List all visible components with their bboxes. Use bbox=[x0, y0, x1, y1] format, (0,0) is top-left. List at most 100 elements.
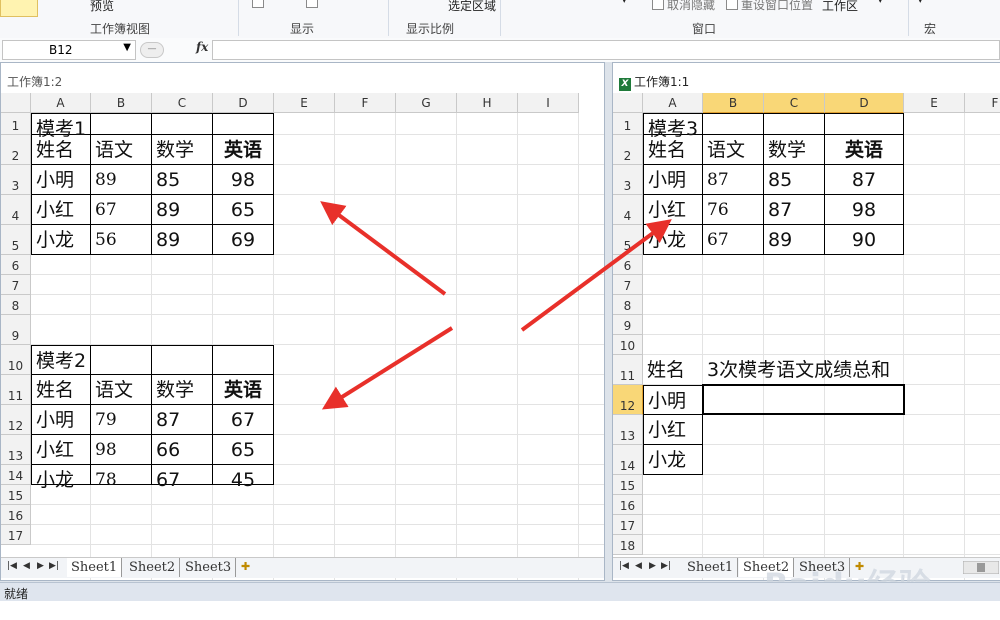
score-cell[interactable]: 67 bbox=[213, 405, 274, 435]
row-header-14[interactable]: 14 bbox=[613, 445, 643, 475]
next-sheet-icon[interactable]: ▶ bbox=[649, 561, 656, 571]
column-header-i[interactable]: I bbox=[518, 93, 579, 113]
tab-sheet3[interactable]: Sheet3 bbox=[795, 558, 851, 577]
score-cell[interactable]: 76 bbox=[703, 195, 764, 225]
show-checkbox-2[interactable] bbox=[306, 0, 321, 10]
empty-cell[interactable] bbox=[152, 345, 213, 375]
name-cell[interactable]: 小红 bbox=[643, 195, 703, 225]
formula-input[interactable] bbox=[212, 40, 1000, 60]
row-header-2[interactable]: 2 bbox=[613, 135, 643, 165]
row-header-9[interactable]: 9 bbox=[1, 315, 31, 345]
score-cell[interactable]: 85 bbox=[764, 165, 825, 195]
name-box[interactable]: B12 ▼ bbox=[2, 40, 136, 60]
header-cell[interactable]: 英语 bbox=[825, 135, 904, 165]
row-header-15[interactable]: 15 bbox=[613, 475, 643, 495]
score-cell[interactable]: 65 bbox=[213, 195, 274, 225]
row-header-11[interactable]: 11 bbox=[613, 355, 643, 385]
score-cell[interactable]: 98 bbox=[213, 165, 274, 195]
row-header-14[interactable]: 14 bbox=[1, 465, 31, 485]
empty-cell[interactable] bbox=[152, 113, 213, 135]
score-cell[interactable]: 45 bbox=[213, 465, 274, 491]
ribbon-highlight-button[interactable] bbox=[0, 0, 38, 17]
row-header-13[interactable]: 13 bbox=[1, 435, 31, 465]
header-cell[interactable]: 数学 bbox=[152, 135, 213, 165]
score-cell[interactable]: 69 bbox=[213, 225, 274, 255]
score-cell[interactable]: 89 bbox=[152, 225, 213, 255]
name-cell[interactable]: 小明 bbox=[31, 405, 91, 435]
column-header-f[interactable]: F bbox=[965, 93, 1000, 113]
row-header-5[interactable]: 5 bbox=[613, 225, 643, 255]
prev-sheet-icon[interactable]: ◀ bbox=[635, 561, 642, 571]
row-header-13[interactable]: 13 bbox=[613, 415, 643, 445]
summary-name-header[interactable]: 姓名 bbox=[643, 355, 703, 385]
score-cell[interactable]: 67 bbox=[91, 195, 152, 225]
tab-sheet1[interactable]: Sheet1 bbox=[67, 558, 123, 577]
select-all-corner[interactable] bbox=[613, 93, 643, 113]
header-cell[interactable]: 语文 bbox=[91, 135, 152, 165]
chevron-down-icon[interactable]: ▼ bbox=[123, 42, 131, 53]
row-header-7[interactable]: 7 bbox=[1, 275, 31, 295]
empty-cell[interactable] bbox=[213, 345, 274, 375]
row-header-11[interactable]: 11 bbox=[1, 375, 31, 405]
column-header-b[interactable]: B bbox=[703, 93, 764, 113]
empty-cell[interactable] bbox=[825, 113, 904, 135]
column-header-d[interactable]: D bbox=[825, 93, 904, 113]
unhide-button[interactable]: 取消隐藏 bbox=[652, 0, 715, 13]
score-cell[interactable]: 89 bbox=[764, 225, 825, 255]
summary-total-header[interactable]: 3次模考语文成绩总和 bbox=[703, 355, 904, 385]
reset-window-position-button[interactable]: 重设窗口位置 bbox=[726, 0, 813, 13]
summary-name-cell[interactable]: 小龙 bbox=[643, 445, 703, 475]
empty-cell[interactable] bbox=[703, 113, 764, 135]
header-cell[interactable]: 英语 bbox=[213, 135, 274, 165]
table-title-cell[interactable]: 模考2 bbox=[31, 345, 91, 375]
insert-function-icon[interactable]: fx bbox=[196, 40, 208, 54]
header-cell[interactable]: 数学 bbox=[764, 135, 825, 165]
tab-sheet1[interactable]: Sheet1 bbox=[683, 558, 739, 577]
row-header-17[interactable]: 17 bbox=[613, 515, 643, 535]
column-header-c[interactable]: C bbox=[764, 93, 825, 113]
horizontal-scrollbar[interactable] bbox=[963, 561, 999, 574]
prev-sheet-icon[interactable]: ◀ bbox=[23, 561, 30, 571]
next-sheet-icon[interactable]: ▶ bbox=[37, 561, 44, 571]
header-cell[interactable]: 英语 bbox=[213, 375, 274, 405]
row-header-2[interactable]: 2 bbox=[1, 135, 31, 165]
tab-sheet2[interactable]: Sheet2 bbox=[125, 558, 181, 577]
row-header-6[interactable]: 6 bbox=[1, 255, 31, 275]
score-cell[interactable]: 67 bbox=[152, 465, 213, 491]
row-header-4[interactable]: 4 bbox=[613, 195, 643, 225]
row-header-8[interactable]: 8 bbox=[613, 295, 643, 315]
score-cell[interactable]: 89 bbox=[152, 195, 213, 225]
row-header-4[interactable]: 4 bbox=[1, 195, 31, 225]
summary-name-cell[interactable]: 小明 bbox=[643, 385, 703, 415]
header-cell[interactable]: 语文 bbox=[91, 375, 152, 405]
row-header-3[interactable]: 3 bbox=[613, 165, 643, 195]
name-cell[interactable]: 小红 bbox=[31, 195, 91, 225]
row-header-16[interactable]: 16 bbox=[613, 495, 643, 515]
column-header-b[interactable]: B bbox=[91, 93, 152, 113]
row-header-12[interactable]: 12 bbox=[613, 385, 643, 415]
workspace-button[interactable]: 工作区 bbox=[822, 0, 858, 14]
workbook-window-right[interactable]: X 工作簿1:1 A B C D E F 1 2 3 4 5 6 7 8 9 10 11 12 13 14 15 16 17 1… bbox=[612, 62, 1000, 581]
last-sheet-icon[interactable]: ▶| bbox=[49, 561, 59, 571]
score-cell[interactable]: 98 bbox=[825, 195, 904, 225]
score-cell[interactable]: 79 bbox=[91, 405, 152, 435]
column-header-h[interactable]: H bbox=[457, 93, 518, 113]
score-cell[interactable]: 85 bbox=[152, 165, 213, 195]
window-title-bar[interactable]: X 工作簿1:1 bbox=[613, 63, 1000, 93]
column-header-f[interactable]: F bbox=[335, 93, 396, 113]
name-cell[interactable]: 小红 bbox=[31, 435, 91, 465]
row-header-6[interactable]: 6 bbox=[613, 255, 643, 275]
score-cell[interactable]: 89 bbox=[91, 165, 152, 195]
row-header-9[interactable]: 9 bbox=[613, 315, 643, 335]
select-all-corner[interactable] bbox=[1, 93, 31, 113]
column-header-d[interactable]: D bbox=[213, 93, 274, 113]
column-header-g[interactable]: G bbox=[396, 93, 457, 113]
name-cell[interactable]: 小明 bbox=[643, 165, 703, 195]
row-header-7[interactable]: 7 bbox=[613, 275, 643, 295]
selected-cell-b12[interactable] bbox=[702, 384, 905, 415]
row-header-1[interactable]: 1 bbox=[1, 113, 31, 135]
row-header-3[interactable]: 3 bbox=[1, 165, 31, 195]
row-header-10[interactable]: 10 bbox=[1, 345, 31, 375]
header-cell[interactable]: 数学 bbox=[152, 375, 213, 405]
score-cell[interactable]: 98 bbox=[91, 435, 152, 465]
